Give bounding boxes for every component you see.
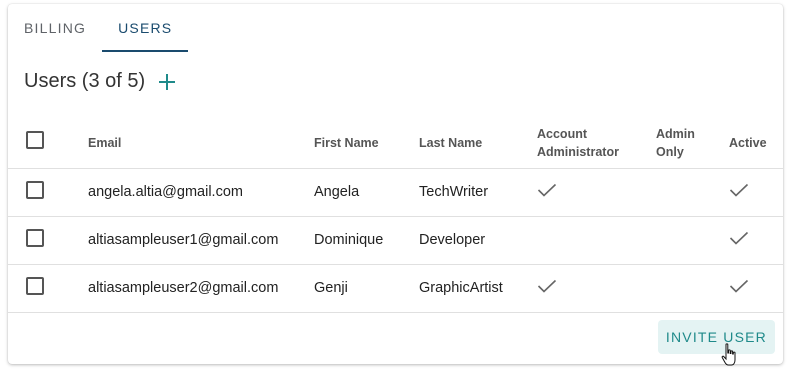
admin-only-cell	[640, 168, 713, 217]
email-cell: altiasampleuser1@gmail.com	[72, 216, 298, 265]
header-last-name[interactable]: Last Name	[403, 118, 521, 169]
admin-only-cell	[640, 216, 713, 265]
tab-users[interactable]: USERS	[102, 4, 189, 52]
header-account-administrator[interactable]: Account Administrator	[521, 118, 640, 169]
first-name-cell: Dominique	[298, 216, 403, 265]
row-checkbox[interactable]	[26, 229, 44, 247]
table-row: altiasampleuser2@gmail.com Genji GraphicAr…	[8, 264, 783, 313]
users-table: Email First Name Last Name Account Admin…	[8, 118, 783, 313]
last-name-cell: Developer	[403, 216, 521, 265]
checkmark-icon	[537, 279, 557, 293]
invite-user-button[interactable]: INVITE USER	[657, 320, 775, 354]
header-admin-only[interactable]: Admin Only	[640, 118, 713, 169]
last-name-cell: GraphicArtist	[403, 264, 521, 313]
active-cell	[713, 168, 783, 217]
last-name-cell: TechWriter	[403, 168, 521, 217]
header-email[interactable]: Email	[72, 118, 298, 169]
table-row: angela.altia@gmail.com Angela TechWriter	[8, 168, 783, 217]
checkmark-icon	[537, 183, 557, 197]
page-title: Users (3 of 5)	[24, 70, 146, 92]
email-cell: angela.altia@gmail.com	[72, 168, 298, 217]
active-cell	[713, 216, 783, 265]
checkmark-icon	[729, 231, 749, 245]
header-first-name[interactable]: First Name	[298, 118, 403, 169]
table-header-row: Email First Name Last Name Account Admin…	[8, 118, 783, 169]
account-admin-cell	[521, 216, 640, 265]
row-select-cell	[8, 216, 72, 265]
account-admin-cell	[521, 264, 640, 313]
first-name-cell: Angela	[298, 168, 403, 217]
hand-cursor-icon	[721, 343, 736, 366]
row-select-cell	[8, 264, 72, 313]
add-user-button[interactable]	[157, 72, 177, 92]
users-card: BILLING USERS Users (3 of 5) Email First…	[8, 4, 783, 364]
admin-only-cell	[640, 264, 713, 313]
row-checkbox[interactable]	[26, 277, 44, 295]
checkmark-icon	[729, 279, 749, 293]
email-cell: altiasampleuser2@gmail.com	[72, 264, 298, 313]
first-name-cell: Genji	[298, 264, 403, 313]
table-row: altiasampleuser1@gmail.com Dominique Devel…	[8, 216, 783, 265]
select-all-checkbox[interactable]	[26, 131, 44, 150]
row-checkbox[interactable]	[26, 181, 44, 199]
checkmark-icon	[729, 183, 749, 197]
tab-bar: BILLING USERS	[8, 4, 189, 52]
header-active[interactable]: Active	[713, 118, 783, 169]
users-section-header: Users (3 of 5)	[24, 70, 177, 93]
account-admin-cell	[521, 168, 640, 217]
tab-billing[interactable]: BILLING	[8, 4, 102, 52]
row-select-cell	[8, 168, 72, 217]
active-cell	[713, 264, 783, 313]
